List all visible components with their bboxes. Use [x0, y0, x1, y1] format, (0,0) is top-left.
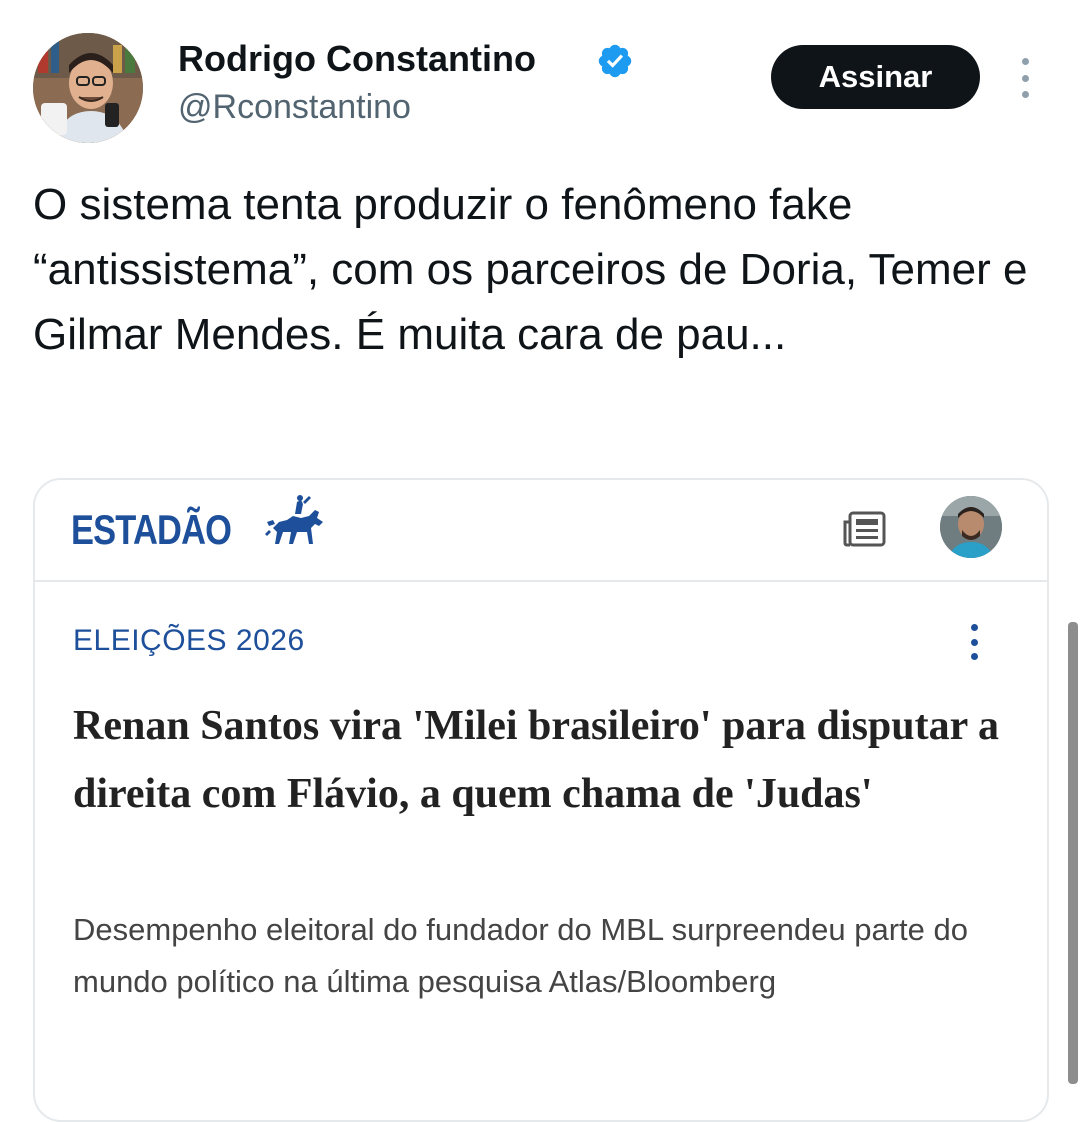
more-dot — [1021, 74, 1029, 82]
scrollbar[interactable] — [1068, 622, 1078, 1084]
more-options-icon[interactable] — [1010, 58, 1040, 98]
subscribe-button[interactable]: Assinar — [771, 45, 980, 109]
article-more-options-icon[interactable] — [965, 624, 983, 660]
more-dot — [1021, 58, 1029, 65]
more-dot — [970, 624, 978, 631]
author-display-name[interactable]: Rodrigo Constantino — [178, 38, 536, 80]
verified-badge-icon — [598, 44, 632, 78]
article-section-label: ELEIÇÕES 2026 — [73, 624, 305, 657]
author-avatar[interactable] — [33, 33, 143, 143]
card-header: ESTADÃO — [35, 480, 1047, 582]
more-dot — [970, 638, 978, 646]
author-handle[interactable]: @Rconstantino — [178, 88, 411, 127]
article-summary: Desempenho eleitoral do fundador do MBL … — [73, 912, 969, 999]
tweet-text: O sistema tenta produzir o fenômeno fake… — [33, 180, 1028, 359]
card-user-avatar[interactable] — [940, 496, 1002, 558]
publisher-logo: ESTADÃO — [71, 506, 232, 553]
more-dot — [970, 653, 978, 660]
newspaper-icon[interactable] — [842, 510, 888, 550]
avatar-photo — [33, 33, 143, 143]
more-dot — [1021, 91, 1029, 98]
link-preview-card[interactable]: ESTADÃO ELEIÇÕES 2026 Renan Santos vira … — [33, 478, 1049, 1122]
article-headline[interactable]: Renan Santos vira 'Milei brasileiro' par… — [73, 692, 1003, 828]
horse-rider-logo-icon — [265, 495, 323, 544]
user-photo — [940, 496, 1002, 558]
